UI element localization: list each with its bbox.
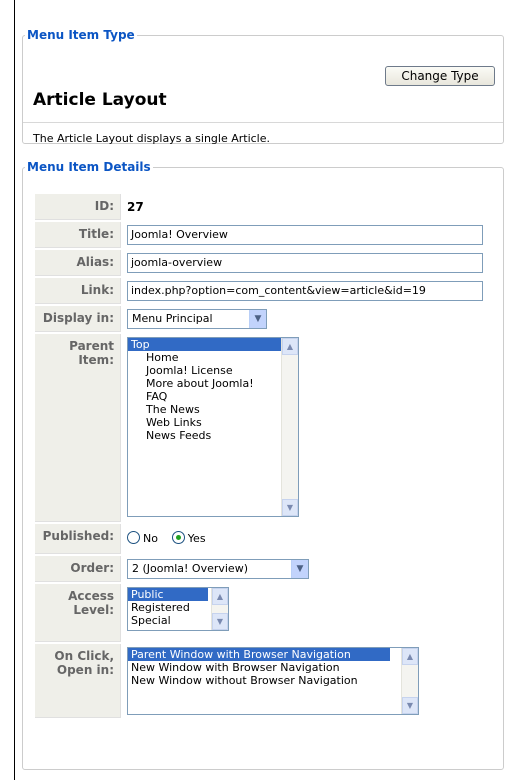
on-click-option[interactable]: New Window with Browser Navigation [128,661,418,674]
row-alias: Alias: joomla-overview [35,250,489,276]
row-id: ID: 27 [35,194,489,220]
on-click-scrollbar[interactable]: ▲ ▼ [401,648,418,714]
chevron-down-icon[interactable]: ▼ [249,310,266,328]
display-in-select[interactable]: Menu Principal ▼ [127,309,267,329]
on-click-label-line1: On Click, [54,649,114,663]
id-value: 27 [127,200,144,214]
row-order: Order: 2 (Joomla! Overview) ▼ [35,556,489,582]
scroll-up-icon[interactable]: ▲ [282,338,298,355]
on-click-label-line2: Open in: [56,663,114,677]
order-value: 2 (Joomla! Overview) [132,562,248,575]
row-on-click: On Click, Open in: Parent Window with Br… [35,644,489,718]
link-field[interactable]: index.php?option=com_content&view=articl… [127,281,483,301]
row-title: Title: Joomla! Overview [35,222,489,248]
published-yes-label: Yes [187,532,206,545]
on-click-option[interactable]: Parent Window with Browser Navigation [128,648,390,661]
menu-item-type-section: Menu Item Type Change Type Article Layou… [22,28,504,145]
scroll-up-icon[interactable]: ▲ [402,648,418,665]
divider [23,122,503,123]
access-level-label-line2: Level: [73,603,114,617]
scroll-down-icon[interactable]: ▼ [212,613,228,630]
scroll-down-icon[interactable]: ▼ [282,499,298,516]
on-click-listbox[interactable]: Parent Window with Browser Navigation Ne… [127,647,419,715]
parent-option[interactable]: More about Joomla! [128,377,298,390]
on-click-option[interactable]: New Window without Browser Navigation [128,674,418,687]
parent-option[interactable]: Web Links [128,416,298,429]
row-display-in: Display in: Menu Principal ▼ [35,306,489,332]
display-in-value: Menu Principal [132,312,213,325]
menu-item-details-legend: Menu Item Details [27,160,151,174]
layout-description: The Article Layout displays a single Art… [33,132,270,145]
title-field[interactable]: Joomla! Overview [127,225,483,245]
access-level-label-line1: Access [68,589,114,603]
parent-option[interactable]: Top [128,338,298,351]
title-label: Title: [35,222,121,248]
parent-item-scrollbar[interactable]: ▲ ▼ [281,338,298,516]
published-no-radio[interactable] [127,531,140,544]
alias-label: Alias: [35,250,121,276]
row-published: Published: No Yes [35,524,489,554]
change-type-button[interactable]: Change Type [385,66,495,86]
layout-title: Article Layout [33,90,167,110]
row-parent-item: Parent Item: Top Home Joomla! License Mo… [35,334,489,522]
parent-option[interactable]: FAQ [128,390,298,403]
scroll-down-icon[interactable]: ▼ [402,697,418,714]
menu-item-details-section: Menu Item Details ID: 27 Title: Joomla! … [22,160,504,770]
parent-item-label: Parent Item: [35,334,121,522]
published-no-label: No [143,532,158,545]
scroll-up-icon[interactable]: ▲ [212,588,228,605]
details-table: ID: 27 Title: Joomla! Overview Alias: jo… [35,192,489,720]
order-label: Order: [35,556,121,582]
parent-item-listbox[interactable]: Top Home Joomla! License More about Joom… [127,337,299,517]
order-select[interactable]: 2 (Joomla! Overview) ▼ [127,559,309,579]
display-in-label: Display in: [35,306,121,332]
id-label: ID: [35,194,121,220]
published-yes-radio[interactable] [171,531,185,544]
parent-item-label-line2: Item: [78,353,114,367]
menu-item-type-legend: Menu Item Type [27,28,135,42]
access-level-scrollbar[interactable]: ▲ ▼ [211,588,228,630]
parent-option[interactable]: Joomla! License [128,364,298,377]
parent-item-label-line1: Parent [69,339,114,353]
access-level-listbox[interactable]: Public Registered Special ▲ ▼ [127,587,229,631]
chevron-down-icon[interactable]: ▼ [291,560,308,578]
row-link: Link: index.php?option=com_content&view=… [35,278,489,304]
parent-option[interactable]: Home [128,351,298,364]
parent-option[interactable]: News Feeds [128,429,298,442]
published-label: Published: [35,524,121,554]
parent-option[interactable]: The News [128,403,298,416]
access-level-label: Access Level: [35,584,121,642]
access-option[interactable]: Public [128,588,208,601]
link-label: Link: [35,278,121,304]
alias-field[interactable]: joomla-overview [127,253,483,273]
row-access-level: Access Level: Public Registered Special … [35,584,489,642]
on-click-label: On Click, Open in: [35,644,121,718]
